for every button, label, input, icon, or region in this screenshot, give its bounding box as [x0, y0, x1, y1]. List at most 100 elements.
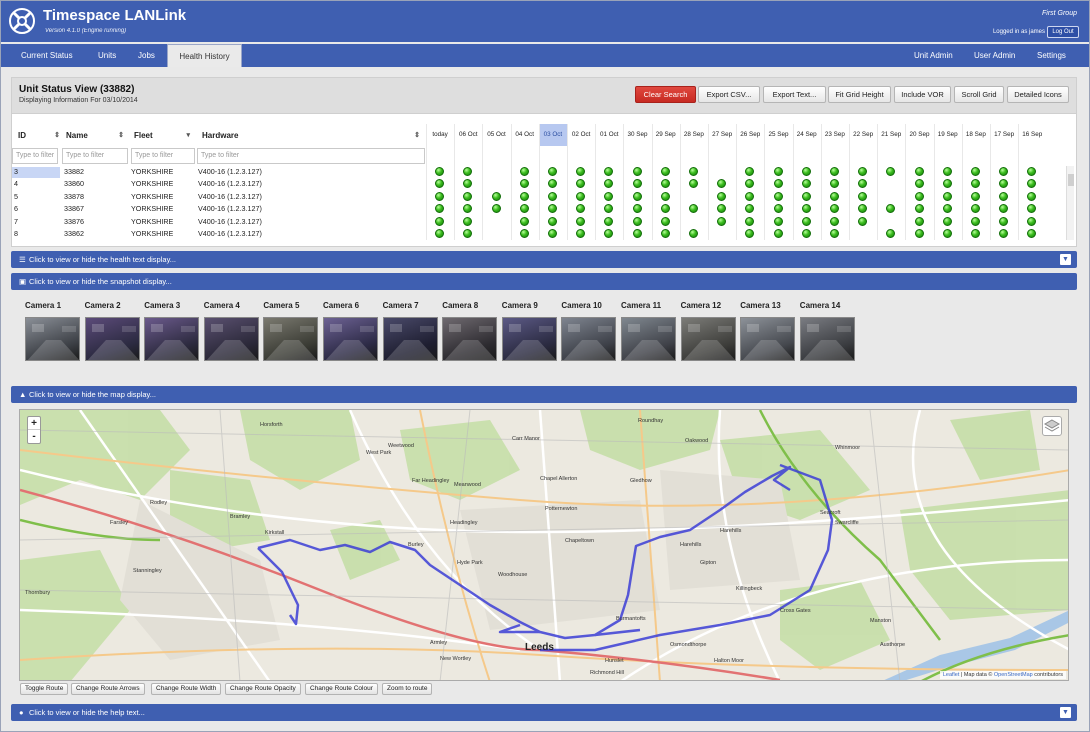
- date-column-header[interactable]: 26 Sep: [736, 124, 764, 146]
- export-text-button[interactable]: Export Text...: [763, 86, 826, 103]
- status-ok-icon[interactable]: [547, 229, 557, 238]
- change-route-arrows-button[interactable]: Change Route Arrows: [71, 683, 145, 695]
- camera-snapshot[interactable]: Camera 6: [323, 301, 378, 361]
- status-ok-icon[interactable]: [942, 191, 952, 201]
- camera-snapshot[interactable]: Camera 1: [25, 301, 80, 361]
- status-ok-icon[interactable]: [745, 204, 755, 214]
- status-ok-icon[interactable]: [773, 167, 783, 176]
- date-column-header[interactable]: 21 Sep: [877, 124, 905, 146]
- status-ok-icon[interactable]: [858, 204, 868, 214]
- status-ok-icon[interactable]: [970, 204, 980, 214]
- camera-snapshot[interactable]: Camera 12: [680, 301, 736, 361]
- table-row[interactable]: 4 33860 YORKSHIRE V400-16 (1.2.3.127): [12, 178, 1064, 190]
- status-ok-icon[interactable]: [999, 204, 1009, 214]
- status-ok-icon[interactable]: [604, 204, 614, 214]
- status-ok-icon[interactable]: [519, 204, 529, 214]
- table-row[interactable]: 6 33867 YORKSHIRE V400-16 (1.2.3.127): [12, 203, 1064, 215]
- column-header-hardware[interactable]: Hardware ⇕: [202, 124, 424, 148]
- status-ok-icon[interactable]: [463, 179, 473, 189]
- status-ok-icon[interactable]: [1027, 179, 1037, 189]
- status-ok-icon[interactable]: [688, 204, 698, 214]
- status-ok-icon[interactable]: [914, 191, 924, 201]
- status-ok-icon[interactable]: [463, 204, 473, 214]
- date-column-header[interactable]: 06 Oct: [454, 124, 482, 146]
- date-column-header[interactable]: today: [426, 124, 454, 146]
- status-ok-icon[interactable]: [632, 191, 642, 201]
- status-ok-icon[interactable]: [435, 167, 445, 176]
- date-column-header[interactable]: 19 Sep: [934, 124, 962, 146]
- status-ok-icon[interactable]: [942, 179, 952, 189]
- status-ok-icon[interactable]: [886, 204, 896, 214]
- date-column-header[interactable]: 22 Sep: [849, 124, 877, 146]
- status-ok-icon[interactable]: [1027, 216, 1037, 226]
- status-ok-icon[interactable]: [970, 216, 980, 226]
- nav-user-admin[interactable]: User Admin: [974, 44, 1015, 67]
- camera-thumbnail[interactable]: [442, 317, 498, 361]
- status-ok-icon[interactable]: [547, 167, 557, 176]
- status-ok-icon[interactable]: [970, 167, 980, 176]
- camera-snapshot[interactable]: Camera 3: [144, 301, 200, 361]
- status-ok-icon[interactable]: [914, 229, 924, 238]
- camera-snapshot[interactable]: Camera 10: [561, 301, 617, 361]
- status-ok-icon[interactable]: [463, 191, 473, 201]
- clear-search-button[interactable]: Clear Search: [635, 86, 696, 103]
- status-ok-icon[interactable]: [914, 204, 924, 214]
- table-row[interactable]: 7 33876 YORKSHIRE V400-16 (1.2.3.127): [12, 216, 1064, 228]
- layers-icon[interactable]: [1042, 416, 1062, 436]
- include-vor-button[interactable]: Include VOR: [894, 86, 951, 103]
- status-ok-icon[interactable]: [886, 229, 896, 238]
- status-ok-icon[interactable]: [942, 167, 952, 176]
- date-column-header[interactable]: 27 Sep: [708, 124, 736, 146]
- status-ok-icon[interactable]: [858, 179, 868, 189]
- status-ok-icon[interactable]: [604, 167, 614, 176]
- status-ok-icon[interactable]: [999, 216, 1009, 226]
- fit-grid-height-button[interactable]: Fit Grid Height: [828, 86, 891, 103]
- filter-id-input[interactable]: Type to filter: [12, 148, 58, 164]
- camera-thumbnail[interactable]: [263, 317, 319, 361]
- table-row[interactable]: 8 33862 YORKSHIRE V400-16 (1.2.3.127): [12, 228, 1064, 240]
- status-ok-icon[interactable]: [547, 204, 557, 214]
- openstreetmap-link[interactable]: OpenStreetMap: [994, 672, 1033, 678]
- column-header-id[interactable]: ID ⇕: [18, 124, 64, 148]
- status-ok-icon[interactable]: [745, 167, 755, 176]
- zoom-to-route-button[interactable]: Zoom to route: [382, 683, 433, 695]
- status-ok-icon[interactable]: [745, 191, 755, 201]
- camera-thumbnail[interactable]: [84, 317, 140, 361]
- status-ok-icon[interactable]: [801, 167, 811, 176]
- toggle-route-button[interactable]: Toggle Route: [20, 683, 69, 695]
- status-ok-icon[interactable]: [829, 229, 839, 238]
- status-ok-icon[interactable]: [942, 204, 952, 214]
- status-ok-icon[interactable]: [491, 191, 501, 201]
- status-ok-icon[interactable]: [576, 216, 586, 226]
- date-column-header[interactable]: 18 Sep: [962, 124, 990, 146]
- date-column-header[interactable]: 20 Sep: [905, 124, 933, 146]
- column-header-name[interactable]: Name ⇕: [66, 124, 128, 148]
- camera-thumbnail[interactable]: [25, 317, 80, 361]
- status-ok-icon[interactable]: [970, 179, 980, 189]
- change-route-opacity-button[interactable]: Change Route Opacity: [225, 683, 301, 695]
- status-ok-icon[interactable]: [914, 167, 924, 176]
- camera-snapshot[interactable]: Camera 11: [621, 301, 676, 361]
- status-ok-icon[interactable]: [547, 191, 557, 201]
- camera-snapshot[interactable]: Camera 14: [799, 301, 855, 361]
- status-ok-icon[interactable]: [801, 216, 811, 226]
- collapse-chevron-icon[interactable]: ▼: [1060, 254, 1071, 265]
- status-ok-icon[interactable]: [801, 191, 811, 201]
- grid-scrollbar[interactable]: [1066, 166, 1074, 240]
- help-text-toggle[interactable]: ● Click to view or hide the help text... …: [11, 704, 1077, 721]
- status-ok-icon[interactable]: [1027, 229, 1037, 238]
- status-ok-icon[interactable]: [829, 167, 839, 176]
- date-column-header[interactable]: 17 Sep: [990, 124, 1018, 146]
- leaflet-link[interactable]: Leaflet: [943, 672, 960, 678]
- nav-units[interactable]: Units: [98, 44, 116, 67]
- date-column-header[interactable]: 03 Oct: [538, 124, 567, 146]
- status-ok-icon[interactable]: [999, 191, 1009, 201]
- column-header-fleet[interactable]: Fleet ▾: [134, 124, 194, 148]
- date-column-header[interactable]: 24 Sep: [793, 124, 821, 146]
- status-ok-icon[interactable]: [688, 167, 698, 176]
- status-ok-icon[interactable]: [858, 191, 868, 201]
- status-ok-icon[interactable]: [435, 229, 445, 238]
- table-row[interactable]: 5 33878 YORKSHIRE V400-16 (1.2.3.127): [12, 191, 1064, 203]
- status-ok-icon[interactable]: [773, 229, 783, 238]
- status-ok-icon[interactable]: [576, 229, 586, 238]
